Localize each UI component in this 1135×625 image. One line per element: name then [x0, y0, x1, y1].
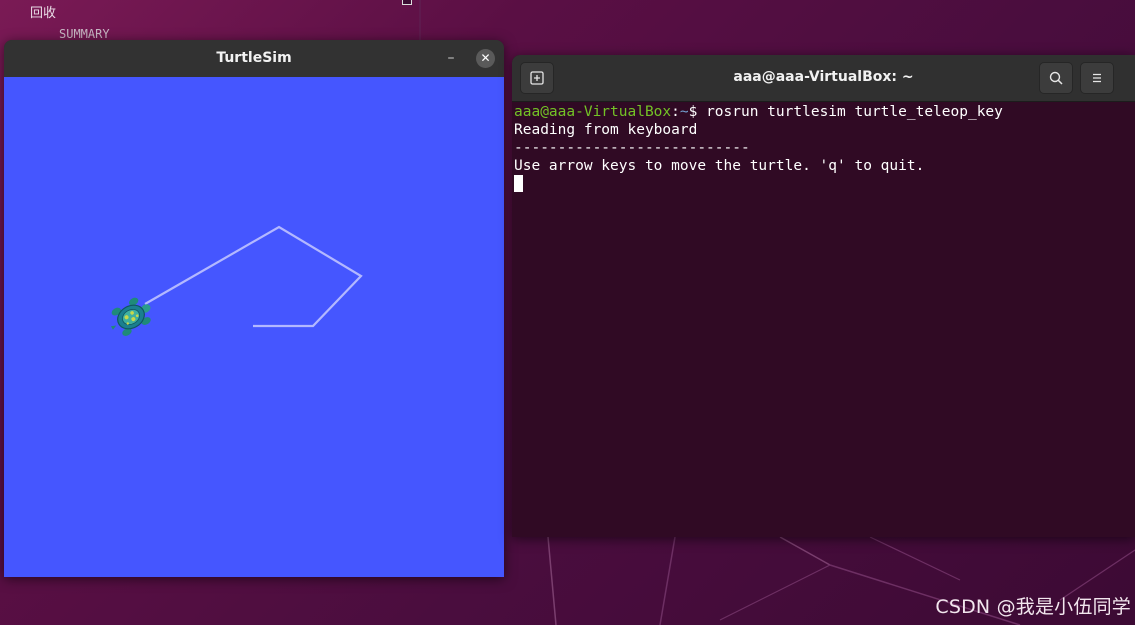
turtle-drawing	[110, 225, 363, 336]
terminal-command: rosrun turtlesim turtle_teleop_key	[706, 104, 1003, 120]
desktop-trash-label[interactable]: 回收	[30, 2, 56, 21]
terminal-titlebar[interactable]: aaa@aaa-VirtualBox: ~	[512, 55, 1135, 102]
minimize-button[interactable]: –	[442, 49, 460, 67]
desktop-window-marker	[402, 0, 412, 5]
turtlesim-titlebar[interactable]: TurtleSim – ✕	[4, 40, 504, 78]
prompt-path: ~	[679, 104, 689, 120]
terminal-window[interactable]: aaa@aaa-VirtualBox: ~ aaa@aaa-VirtualBox…	[512, 55, 1135, 537]
terminal-cursor-line	[514, 175, 1131, 193]
turtlesim-title: TurtleSim	[216, 50, 292, 66]
csdn-watermark: CSDN @我是小伍同学	[935, 596, 1131, 618]
search-icon	[1049, 71, 1063, 85]
terminal-command-line: aaa@aaa-VirtualBox:~$ rosrun turtlesim t…	[514, 103, 1131, 121]
hamburger-icon	[1093, 73, 1101, 83]
prompt-separator: :	[671, 104, 680, 120]
terminal-output-line: Reading from keyboard	[514, 122, 698, 138]
turtlesim-canvas	[4, 77, 504, 577]
search-button[interactable]	[1039, 62, 1073, 94]
turtlesim-window[interactable]: TurtleSim – ✕	[4, 40, 504, 577]
terminal-cursor	[514, 175, 523, 192]
prompt-symbol: $	[688, 104, 707, 120]
terminal-output-line: ---------------------------	[514, 140, 750, 156]
turtle-pen-trail	[144, 225, 363, 328]
close-button[interactable]: ✕	[476, 49, 495, 68]
prompt-user: aaa@aaa-VirtualBox	[514, 104, 672, 120]
hamburger-menu-button[interactable]	[1080, 62, 1114, 94]
terminal-output-line: Use arrow keys to move the turtle. 'q' t…	[514, 158, 925, 174]
terminal-output[interactable]: aaa@aaa-VirtualBox:~$ rosrun turtlesim t…	[514, 103, 1131, 537]
desktop-summary-label: SUMMARY	[59, 27, 110, 41]
turtle-icon	[110, 297, 151, 336]
